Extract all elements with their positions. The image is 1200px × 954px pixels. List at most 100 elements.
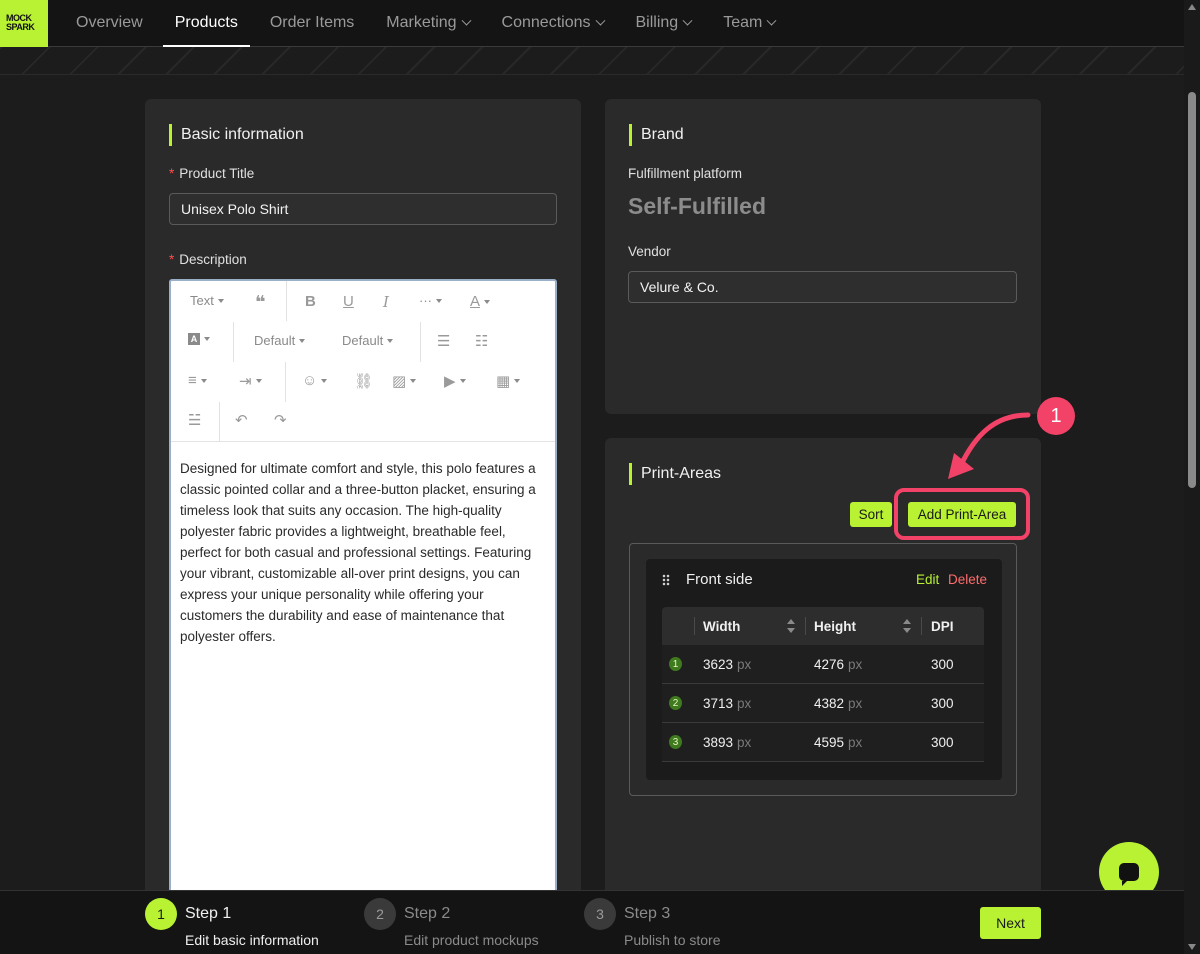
- dpi-cell: 300: [931, 695, 954, 711]
- bold-icon[interactable]: B: [305, 293, 316, 310]
- nav-marketing[interactable]: Marketing: [374, 0, 481, 47]
- undo-icon[interactable]: ↶: [235, 411, 248, 429]
- decorative-pattern: [0, 47, 1184, 75]
- step-2[interactable]: 2 Step 2 Edit product mockups: [364, 898, 539, 948]
- bullet-list-icon[interactable]: ☰: [437, 332, 450, 350]
- height-value: 4595: [814, 734, 845, 750]
- quote-icon[interactable]: ❝: [255, 292, 266, 313]
- step-description: Edit basic information: [185, 932, 319, 948]
- more-formatting-dropdown[interactable]: ···: [419, 293, 442, 308]
- nav-label: Billing: [635, 14, 679, 31]
- chevron-down-icon: [595, 15, 605, 26]
- redo-icon[interactable]: ↷: [274, 411, 287, 429]
- nav-team[interactable]: Team: [711, 0, 787, 47]
- underline-icon[interactable]: U: [343, 293, 354, 310]
- dpi-cell: 300: [931, 734, 954, 750]
- logo[interactable]: MOCK SPARK: [0, 0, 48, 47]
- font-family-label: Default: [254, 333, 296, 348]
- step-1[interactable]: 1 Step 1 Edit basic information: [145, 898, 319, 948]
- nav-connections[interactable]: Connections: [490, 0, 616, 47]
- print-areas-card: Print-Areas Sort Add Print-Area Front si…: [605, 438, 1041, 898]
- width-column-header[interactable]: Width: [694, 607, 805, 645]
- unit-label: px: [737, 734, 752, 750]
- toolbar-divider: [420, 322, 421, 362]
- index-column-header: [662, 607, 694, 645]
- caret-down-icon: [217, 298, 224, 303]
- font-color-icon[interactable]: A: [470, 293, 491, 310]
- table-row: 3 3893 px 4595 px 300: [662, 723, 984, 762]
- chevron-down-icon: [766, 15, 777, 26]
- editor-content[interactable]: Designed for ultimate comfort and style,…: [180, 458, 546, 647]
- font-size-label: Default: [342, 333, 384, 348]
- nav-items: Overview Products Order Items Marketing …: [64, 0, 795, 47]
- logo-line-2: SPARK: [6, 22, 35, 32]
- required-mark: *: [169, 166, 175, 181]
- unit-label: px: [737, 656, 752, 672]
- toolbar-divider: [285, 362, 286, 402]
- divider-icon[interactable]: ☱: [188, 411, 201, 429]
- nav-label: Marketing: [386, 14, 457, 31]
- more-label: ···: [419, 293, 432, 308]
- nav-label: Products: [174, 14, 238, 31]
- unit-label: px: [848, 695, 863, 711]
- label-text: Description: [179, 252, 247, 267]
- section-title-basic: Basic information: [169, 124, 304, 146]
- text-style-label: Text: [190, 293, 214, 308]
- image-icon[interactable]: ▨: [392, 372, 417, 390]
- video-icon[interactable]: ▶: [444, 372, 466, 390]
- vendor-input[interactable]: Velure & Co.: [628, 271, 1017, 303]
- italic-icon[interactable]: I: [383, 293, 389, 311]
- delete-print-area-link[interactable]: Delete: [948, 572, 987, 587]
- nav-order-items[interactable]: Order Items: [258, 0, 366, 47]
- step-3[interactable]: 3 Step 3 Publish to store: [584, 898, 721, 948]
- width-value: 3623: [703, 656, 734, 672]
- sort-icon[interactable]: [903, 619, 911, 633]
- align-icon[interactable]: ≡: [188, 372, 207, 389]
- nav-products[interactable]: Products: [162, 0, 250, 47]
- scroll-up-icon[interactable]: [1188, 4, 1196, 10]
- nav-label: Team: [723, 14, 763, 31]
- nav-label: Overview: [76, 14, 143, 31]
- toolbar-divider: [286, 281, 287, 321]
- caret-down-icon: [255, 379, 262, 383]
- caret-down-icon: [387, 338, 394, 343]
- link-icon[interactable]: ⛓: [354, 372, 373, 390]
- drag-handle-icon[interactable]: [662, 574, 670, 586]
- nav-overview[interactable]: Overview: [64, 0, 155, 47]
- next-button[interactable]: Next: [980, 907, 1041, 939]
- numbered-list-icon[interactable]: ☷: [475, 332, 488, 350]
- table-icon[interactable]: ▦: [496, 372, 521, 390]
- indent-icon[interactable]: ⇥: [239, 372, 262, 390]
- product-title-input[interactable]: Unisex Polo Shirt: [169, 193, 557, 225]
- top-nav: MOCK SPARK Overview Products Order Items…: [0, 0, 1184, 47]
- page-scrollbar[interactable]: [1184, 0, 1200, 954]
- background-color-dropdown[interactable]: A: [188, 333, 210, 345]
- brand-card: Brand Fulfillment platform Self-Fulfille…: [605, 99, 1041, 414]
- print-area-table: Width Height DPI 1 3623 px 4276 px 300 2 3…: [662, 607, 984, 762]
- step-title: Step 3: [624, 905, 671, 922]
- nav-label: Connections: [501, 14, 591, 31]
- emoji-icon[interactable]: ☺: [302, 372, 328, 389]
- dpi-column-header: DPI: [921, 607, 984, 645]
- description-editor[interactable]: Text ❝ B U I ··· A A Default Default ☰ ☷…: [169, 279, 557, 899]
- toolbar-divider: [219, 402, 220, 442]
- height-cell: 4595 px: [805, 735, 921, 750]
- height-column-header[interactable]: Height: [805, 607, 921, 645]
- nav-billing[interactable]: Billing: [624, 0, 704, 47]
- row-index: 1: [662, 657, 694, 671]
- label-text: Product Title: [179, 166, 255, 181]
- edit-print-area-link[interactable]: Edit: [916, 572, 939, 587]
- font-size-dropdown[interactable]: Default: [342, 333, 394, 348]
- sort-button[interactable]: Sort: [850, 502, 892, 527]
- description-label: * Description: [169, 252, 247, 267]
- sort-icon[interactable]: [787, 619, 795, 633]
- column-label: DPI: [931, 618, 954, 634]
- toolbar-divider: [233, 322, 234, 362]
- scrollbar-thumb[interactable]: [1188, 92, 1196, 488]
- font-family-dropdown[interactable]: Default: [254, 333, 306, 348]
- step-title: Step 2: [404, 905, 451, 922]
- product-title-label: * Product Title: [169, 166, 254, 181]
- scroll-down-icon[interactable]: [1188, 944, 1196, 950]
- text-style-dropdown[interactable]: Text: [190, 293, 224, 308]
- caret-down-icon: [514, 379, 521, 383]
